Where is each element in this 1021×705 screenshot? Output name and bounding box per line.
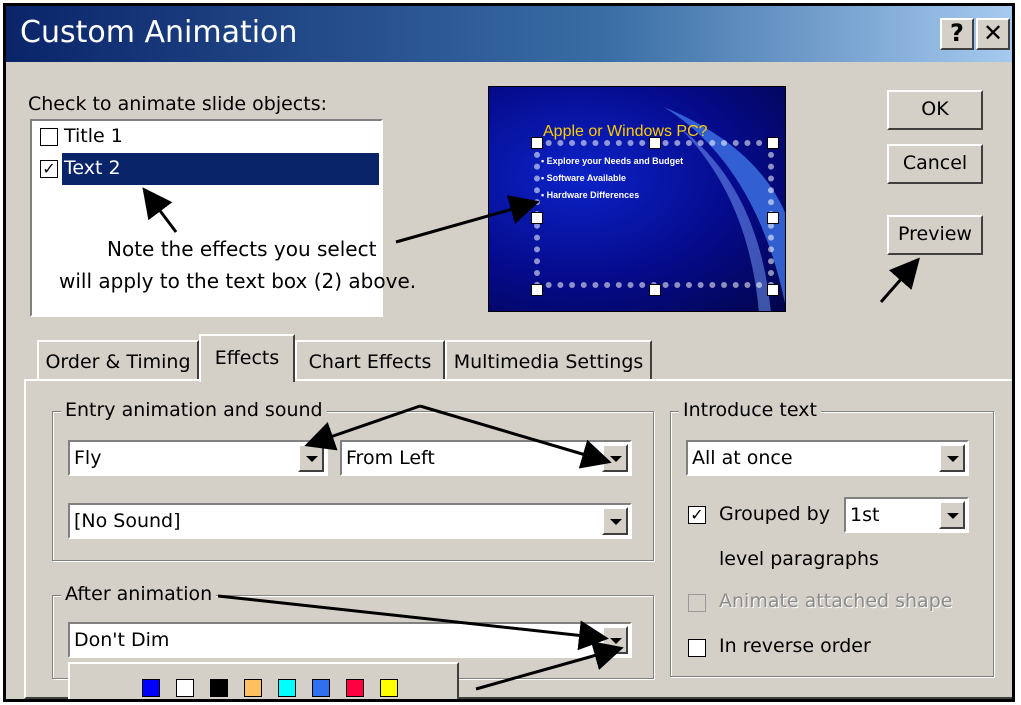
after-animation-select[interactable]: Don't Dim <box>68 622 632 658</box>
custom-animation-dialog: Custom Animation ? ✕ Check to animate sl… <box>3 3 1015 702</box>
list-item-title-1[interactable]: Title 1 <box>34 123 379 151</box>
chevron-down-icon[interactable] <box>602 507 628 535</box>
color-swatch-blue[interactable] <box>142 679 160 697</box>
entry-effect-value: Fly <box>74 447 102 469</box>
cancel-button[interactable]: Cancel <box>887 144 983 184</box>
note-line-2: will apply to the text box (2) above. <box>59 269 417 293</box>
entry-effect-select[interactable]: Fly <box>68 440 328 476</box>
entry-sound-value: [No Sound] <box>74 510 181 532</box>
entry-sound-select[interactable]: [No Sound] <box>68 503 632 539</box>
resize-handle <box>767 137 779 149</box>
text-2-checkbox[interactable]: ✓ <box>40 160 58 178</box>
color-swatch-cyan[interactable] <box>278 679 296 697</box>
note-line-1: Note the effects you select <box>107 237 377 261</box>
entry-direction-value: From Left <box>346 447 435 469</box>
grouped-by-checkbox[interactable]: ✓ <box>688 506 706 524</box>
tab-chart-effects[interactable]: Chart Effects <box>295 340 445 380</box>
animate-attached-shape-label: Animate attached shape <box>719 590 953 612</box>
resize-handle <box>649 284 661 296</box>
resize-handle <box>531 137 543 149</box>
color-swatch-tan[interactable] <box>244 679 262 697</box>
preview-button[interactable]: Preview <box>887 215 983 255</box>
introduce-text-group: Introduce text All at once ✓ Grouped by … <box>670 399 994 677</box>
title-bar[interactable]: Custom Animation ? ✕ <box>6 6 1012 62</box>
list-item-label: Title 1 <box>64 125 123 147</box>
introduce-text-select[interactable]: All at once <box>686 440 969 476</box>
resize-handle <box>649 137 661 149</box>
animate-attached-shape-checkbox <box>688 594 706 612</box>
introduce-text-value: All at once <box>692 447 793 469</box>
help-button[interactable]: ? <box>940 18 974 50</box>
color-swatch-white[interactable] <box>176 679 194 697</box>
slide-preview: Apple or Windows PC? • Explore your Need… <box>488 86 786 312</box>
level-paragraphs-label: level paragraphs <box>719 548 879 570</box>
chevron-down-icon[interactable] <box>939 444 965 472</box>
tab-multimedia-settings[interactable]: Multimedia Settings <box>445 340 652 380</box>
window-title: Custom Animation <box>20 15 298 50</box>
resize-handle <box>767 284 779 296</box>
selection-frame <box>534 140 774 288</box>
list-item-label: Text 2 <box>64 157 121 179</box>
grouped-by-label: Grouped by <box>719 503 830 525</box>
ok-button[interactable]: OK <box>887 90 983 130</box>
preview-title: Apple or Windows PC? <box>543 123 708 140</box>
color-swatch-black[interactable] <box>210 679 228 697</box>
after-group-label: After animation <box>61 583 217 605</box>
color-swatch-red[interactable] <box>346 679 364 697</box>
list-item-text-2[interactable]: ✓ Text 2 <box>34 153 379 185</box>
dim-color-palette <box>68 662 459 699</box>
tab-effects[interactable]: Effects <box>199 334 295 382</box>
title-1-checkbox[interactable] <box>40 128 58 146</box>
tab-order-timing[interactable]: Order & Timing <box>37 340 199 380</box>
reverse-order-label: In reverse order <box>719 635 871 657</box>
entry-direction-select[interactable]: From Left <box>340 440 632 476</box>
resize-handle <box>531 212 543 224</box>
chevron-down-icon[interactable] <box>298 444 324 472</box>
chevron-down-icon[interactable] <box>602 626 628 654</box>
effects-panel: Entry animation and sound Fly From Left … <box>24 379 1012 699</box>
arrow-to-preview <box>879 257 920 303</box>
after-animation-value: Don't Dim <box>74 629 170 651</box>
chevron-down-icon[interactable] <box>602 444 628 472</box>
objects-listbox[interactable]: Title 1 ✓ Text 2 Note the effects you se… <box>30 119 416 317</box>
color-swatch-yellow[interactable] <box>380 679 398 697</box>
resize-handle <box>531 284 543 296</box>
resize-handle <box>767 212 779 224</box>
chevron-down-icon[interactable] <box>939 501 965 529</box>
introduce-group-label: Introduce text <box>679 399 821 421</box>
close-button[interactable]: ✕ <box>976 18 1010 50</box>
reverse-order-checkbox[interactable] <box>688 639 706 657</box>
objects-label: Check to animate slide objects: <box>28 93 327 115</box>
paragraph-level-select[interactable]: 1st <box>844 497 969 533</box>
color-swatch-light-blue[interactable] <box>312 679 330 697</box>
paragraph-level-value: 1st <box>850 504 880 526</box>
entry-group-label: Entry animation and sound <box>61 399 327 421</box>
entry-animation-group: Entry animation and sound Fly From Left … <box>52 399 654 561</box>
